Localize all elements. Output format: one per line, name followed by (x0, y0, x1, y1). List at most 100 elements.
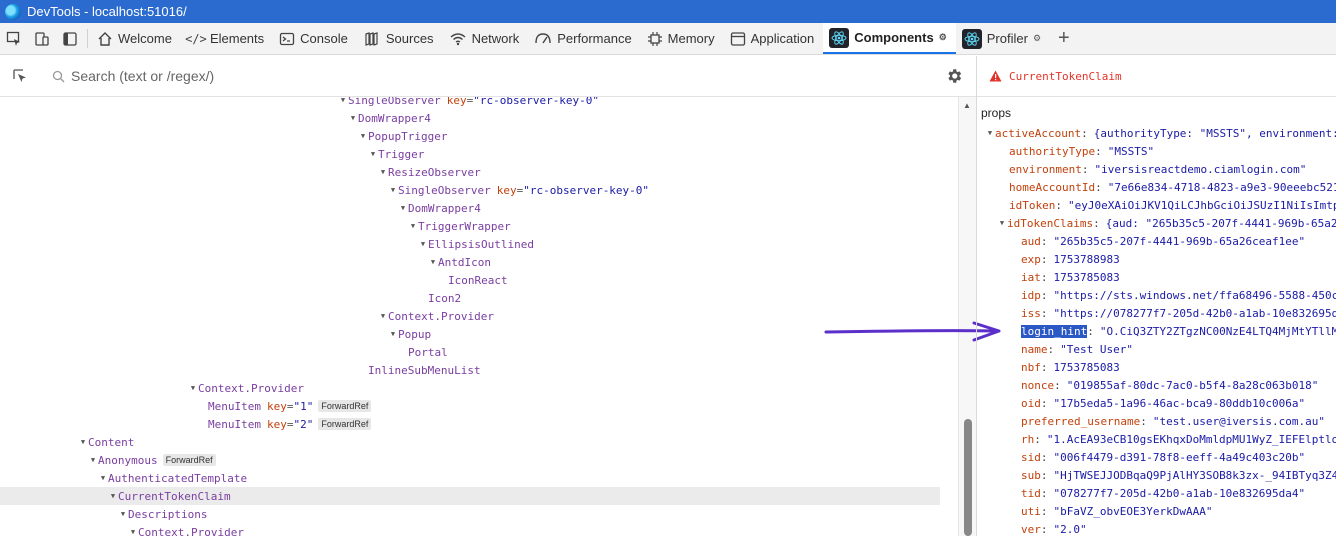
prop-row[interactable]: authorityType: "MSSTS" (1009, 142, 1154, 160)
tab-elements[interactable]: </> Elements (181, 23, 273, 54)
prop-row[interactable]: ver: "2.0" (1021, 520, 1087, 536)
tree-row[interactable]: MenuItem key="2" ForwardRef (0, 415, 940, 433)
prop-row[interactable]: sub: "HjTWSEJJODBqaQ9PjAlHY3SOB8k3zx-_94I… (1021, 466, 1336, 484)
tree-row[interactable]: ▼ SingleObserver key="rc-observer-key-0" (0, 97, 940, 109)
prop-row[interactable]: homeAccountId: "7e66e834-4718-4823-a9e3-9… (1009, 178, 1336, 196)
prop-row[interactable]: login_hint: "O.CiQ3ZTY2ZTgzNC00NzE4LTQ4Mj… (1021, 322, 1336, 340)
prop-row[interactable]: nbf:1753785083 (1021, 358, 1120, 376)
prop-row[interactable]: nonce: "019855af-80dc-7ac0-b5f4-8a28c063b… (1021, 376, 1318, 394)
expand-caret-icon[interactable]: ▼ (997, 219, 1007, 227)
select-element-button[interactable] (12, 68, 28, 84)
tab-application[interactable]: Application (724, 23, 824, 54)
tree-row[interactable]: MenuItem key="1" ForwardRef (0, 397, 940, 415)
tree-row[interactable]: ▼ Trigger (0, 145, 940, 163)
scrollbar-thumb[interactable] (964, 419, 972, 536)
search-input[interactable] (71, 68, 891, 84)
tree-row[interactable]: ▼ AuthenticatedTemplate (0, 469, 940, 487)
prop-row[interactable]: environment: "iversisreactdemo.ciamlogin.… (1009, 160, 1306, 178)
expand-caret-icon[interactable]: ▼ (108, 492, 118, 500)
tab-components[interactable]: Components ⚙ (823, 23, 956, 54)
expand-caret-icon[interactable]: ▼ (388, 330, 398, 338)
prop-row[interactable]: idp: "https://sts.windows.net/ffa68496-55… (1021, 286, 1336, 304)
tree-row[interactable]: ▼ Content (0, 433, 940, 451)
prop-value: "7e66e834-4718-4823-a9e3-90eeebc521fd. (1107, 180, 1336, 194)
settings-button[interactable] (945, 67, 963, 85)
prop-row[interactable]: preferred_username: "test.user@iversis.co… (1021, 412, 1325, 430)
expand-caret-icon[interactable]: ▼ (368, 150, 378, 158)
tab-profiler[interactable]: Profiler ⚙ (956, 23, 1050, 54)
prop-key: environment (1009, 162, 1082, 176)
prop-key: name (1021, 342, 1048, 356)
tab-performance[interactable]: Performance (528, 23, 640, 54)
tree-row[interactable]: ▼ Context.Provider (0, 307, 940, 325)
prop-row[interactable]: sid: "006f4479-d391-78f8-eeff-4a49c403c20… (1021, 448, 1305, 466)
tab-sources[interactable]: Sources (357, 23, 443, 54)
expand-caret-icon[interactable]: ▼ (128, 528, 138, 536)
expand-caret-icon[interactable]: ▼ (118, 510, 128, 518)
tree-row[interactable]: ▼ TriggerWrapper (0, 217, 940, 235)
tree-row[interactable]: Portal (0, 343, 940, 361)
component-name: Context.Provider (388, 309, 494, 323)
prop-row[interactable]: iat:1753785083 (1021, 268, 1120, 286)
tree-row[interactable]: ▼ Descriptions (0, 505, 940, 523)
expand-caret-icon[interactable]: ▼ (188, 384, 198, 392)
add-tab-button[interactable]: + (1050, 23, 1078, 54)
prop-row[interactable]: name: "Test User" (1021, 340, 1133, 358)
tree-row-selected[interactable]: ▼ CurrentTokenClaim (0, 487, 940, 505)
tree-row[interactable]: ▼ Context.Provider (0, 523, 940, 536)
tab-network[interactable]: Network (443, 23, 529, 54)
tree-row[interactable]: Icon2 (0, 289, 940, 307)
prop-row[interactable]: iss: "https://078277f7-205d-42b0-a1ab-10e… (1021, 304, 1336, 322)
prop-row[interactable]: aud: "265b35c5-207f-4441-969b-65a26ceaf1e… (1021, 232, 1305, 250)
expand-caret-icon[interactable]: ▼ (378, 168, 388, 176)
prop-row[interactable]: oid: "17b5eda5-1a96-46ac-bca9-80ddb10c006… (1021, 394, 1305, 412)
tree-row[interactable]: ▼ Context.Provider (0, 379, 940, 397)
tree-row[interactable]: ▼ PopupTrigger (0, 127, 940, 145)
tab-console[interactable]: Console (273, 23, 357, 54)
tree-row[interactable]: ▼ ResizeObserver (0, 163, 940, 181)
window-titlebar: DevTools - localhost:51016/ (0, 0, 1336, 23)
expand-caret-icon[interactable]: ▼ (985, 129, 995, 137)
tree-row[interactable]: ▼ Popup (0, 325, 940, 343)
prop-value: "2.0" (1053, 522, 1087, 536)
tree-row[interactable]: ▼ SingleObserver key="rc-observer-key-0" (0, 181, 940, 199)
expand-caret-icon[interactable]: ▼ (338, 97, 348, 104)
prop-row[interactable]: rh: "1.AcEA93eCB10gsEKhqxDoMmldpMU1WyZ_IE… (1021, 430, 1336, 448)
tree-row[interactable]: ▼ Anonymous ForwardRef (0, 451, 940, 469)
expand-caret-icon[interactable]: ▼ (428, 258, 438, 266)
prop-colon: : (1040, 252, 1048, 266)
expand-caret-icon[interactable]: ▼ (408, 222, 418, 230)
expand-caret-icon[interactable]: ▼ (388, 186, 398, 194)
prop-row[interactable]: uti: "bFaVZ_obvEOE3YerkDwAAA" (1021, 502, 1212, 520)
prop-row[interactable]: ▼ idTokenClaims: {aud: "265b35c5-207f-4441… (997, 214, 1336, 232)
tree-row[interactable]: IconReact (0, 271, 940, 289)
tree-row[interactable]: ▼ DomWrapper4 (0, 199, 940, 217)
tab-welcome[interactable]: Welcome (91, 23, 181, 54)
tab-sources-label: Sources (385, 31, 434, 46)
tree-row[interactable]: ▼ AntdIcon (0, 253, 940, 271)
tab-welcome-label: Welcome (118, 31, 172, 46)
toggle-sidebar-button[interactable] (56, 23, 84, 54)
prop-row[interactable]: idToken: "eyJ0eXAiOiJKV1QiLCJhbGciOiJSUzI… (1009, 196, 1336, 214)
expand-caret-icon[interactable]: ▼ (88, 456, 98, 464)
prop-row[interactable]: exp:1753788983 (1021, 250, 1120, 268)
tree-row[interactable]: ▼ EllipsisOutlined (0, 235, 940, 253)
tree-row[interactable]: InlineSubMenuList (0, 361, 940, 379)
expand-caret-icon[interactable]: ▼ (78, 438, 88, 446)
expand-caret-icon[interactable]: ▼ (358, 132, 368, 140)
expand-caret-icon[interactable]: ▼ (348, 114, 358, 122)
tab-memory[interactable]: Memory (641, 23, 724, 54)
expand-caret-icon[interactable]: ▼ (98, 474, 108, 482)
component-name: MenuItem (208, 399, 261, 413)
component-tree: ▼ SingleObserver key="rc-observer-key-0" ▼ D… (0, 97, 958, 536)
expand-caret-icon[interactable]: ▼ (398, 204, 408, 212)
expand-caret-icon[interactable]: ▼ (378, 312, 388, 320)
scroll-up-arrow-icon[interactable]: ▲ (963, 101, 971, 110)
device-emulation-button[interactable] (28, 23, 56, 54)
expand-caret-icon[interactable]: ▼ (418, 240, 428, 248)
prop-row[interactable]: ▼ activeAccount: {authorityType: "MSSTS", … (985, 124, 1336, 142)
inspect-element-button[interactable] (0, 23, 28, 54)
prop-row[interactable]: tid: "078277f7-205d-42b0-a1ab-10e832695da… (1021, 484, 1305, 502)
tree-row[interactable]: ▼ DomWrapper4 (0, 109, 940, 127)
tree-scrollbar[interactable]: ▲ (958, 97, 976, 536)
